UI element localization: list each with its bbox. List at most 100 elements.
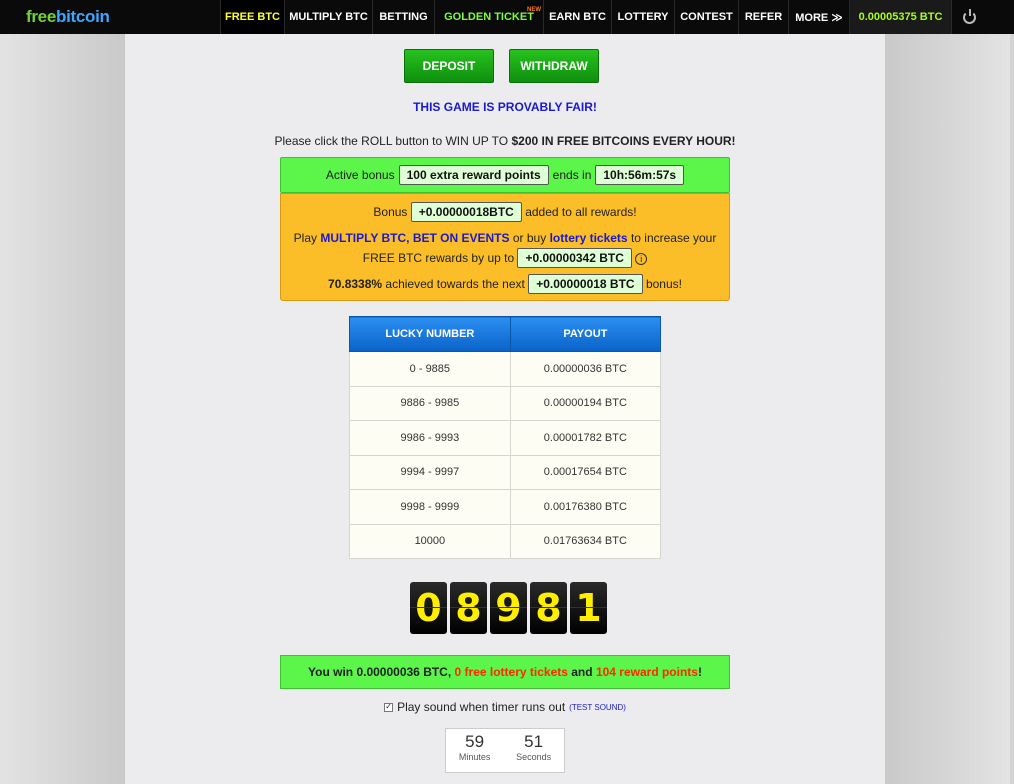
ends-in-label: ends in [552, 168, 592, 182]
balance-value: 0.00005375 BTC [858, 11, 943, 23]
power-icon [963, 8, 976, 24]
payout-value: 0.00001782 BTC [509, 420, 662, 456]
roll-digit: 8 [450, 582, 487, 634]
table-row: 9986 - 9993 0.00001782 BTC [349, 420, 662, 456]
bet-on-events-link[interactable]: BET ON EVENTS [413, 231, 510, 245]
table-row: 0 - 9885 0.00000036 BTC [349, 351, 662, 387]
roll-result-digits: 0 8 9 8 1 [410, 582, 607, 634]
increase-label: to increase your [630, 231, 717, 245]
bonus-pre: Bonus [373, 205, 408, 219]
payout-table: LUCKY NUMBER PAYOUT 0 - 9885 0.00000036 B… [349, 316, 662, 559]
nav-label: FREE BTC [225, 11, 280, 23]
win-and: and [567, 665, 596, 679]
test-sound-link[interactable]: (TEST SOUND) [569, 703, 626, 712]
payout-value: 0.00017654 BTC [509, 454, 662, 490]
nav-item-multiply-btc[interactable]: MULTIPLY BTC [284, 0, 372, 34]
page-side-right [885, 34, 1010, 784]
table-header-row: LUCKY NUMBER PAYOUT [349, 316, 662, 352]
intro-bold: $200 IN FREE BITCOINS EVERY HOUR! [511, 134, 736, 148]
bonus-suffix: bonus! [645, 277, 682, 291]
balance-display: 0.00005375 BTC [849, 0, 951, 34]
timer-seconds: 51 Seconds [516, 732, 551, 772]
lottery-tickets-link[interactable]: lottery tickets [550, 231, 628, 245]
lucky-range: 10000 [349, 523, 511, 559]
multiply-btc-link[interactable]: MULTIPLY BTC [320, 231, 406, 245]
nav-label: CONTEST [680, 11, 733, 23]
sound-option: ✓ Play sound when timer runs out (TEST S… [125, 700, 885, 714]
active-bonus-bar: Active bonus 100 extra reward points end… [280, 157, 730, 193]
seconds-label: Seconds [516, 752, 552, 762]
nav-menu: FREE BTC MULTIPLY BTC BETTING GOLDEN TIC… [220, 0, 987, 34]
table-row: 9994 - 9997 0.00017654 BTC [349, 454, 662, 490]
lottery-tickets-won: 0 free lottery tickets [454, 665, 568, 679]
nav-item-golden-ticket[interactable]: GOLDEN TICKET NEW [434, 0, 543, 34]
nav-label: EARN BTC [549, 11, 606, 23]
nav-item-lottery[interactable]: LOTTERY [611, 0, 674, 34]
countdown-timer: 59 Minutes 51 Seconds [445, 728, 565, 773]
freebitcoin-logo[interactable]: free bitcoin [0, 0, 220, 34]
timer-minutes: 59 Minutes [459, 732, 491, 772]
nav-label: MORE ≫ [795, 11, 843, 24]
lucky-range: 9986 - 9993 [349, 420, 511, 456]
roll-digit: 9 [490, 582, 527, 634]
table-row: 9886 - 9985 0.00000194 BTC [349, 385, 662, 421]
roll-digit: 1 [570, 582, 607, 634]
logout-button[interactable] [951, 0, 987, 34]
nav-label: MULTIPLY BTC [289, 11, 368, 23]
lucky-range: 0 - 9885 [349, 351, 511, 387]
roll-digit: 8 [530, 582, 567, 634]
lucky-range: 9998 - 9999 [349, 489, 511, 525]
free-btc-panel: DEPOSIT WITHDRAW THIS GAME IS PROVABLY F… [125, 34, 885, 784]
top-navbar: free bitcoin FREE BTC MULTIPLY BTC BETTIN… [0, 0, 1014, 34]
intro-text: Please click the ROLL button to WIN UP T… [125, 134, 885, 148]
play-sound-label: Play sound when timer runs out [397, 700, 566, 714]
reward-points-won: 104 reward points [595, 665, 698, 679]
withdraw-button[interactable]: WITHDRAW [509, 49, 599, 83]
intro-pre: Please click the ROLL button to WIN UP T… [274, 134, 512, 148]
bonus-value: +0.00000018BTC [410, 202, 522, 222]
nav-item-contest[interactable]: CONTEST [674, 0, 738, 34]
provably-fair-link[interactable]: THIS GAME IS PROVABLY FAIR! [125, 100, 885, 114]
deposit-button[interactable]: DEPOSIT [404, 49, 494, 83]
nav-label: LOTTERY [617, 11, 669, 23]
max-reward-value: +0.00000342 BTC [517, 248, 632, 268]
nav-item-refer[interactable]: REFER [738, 0, 788, 34]
payout-value: 0.00000036 BTC [509, 351, 662, 387]
progress-label: achieved towards the next [385, 277, 525, 291]
bonus-line-3: FREE BTC rewards by up to +0.00000342 BT… [281, 248, 729, 268]
free-btc-rewards-label: FREE BTC rewards by up to [362, 251, 515, 265]
lucky-range: 9994 - 9997 [349, 454, 511, 490]
payout-value: 0.01763634 BTC [509, 523, 662, 559]
bonus-line-1: Bonus +0.00000018BTC added to all reward… [281, 202, 729, 222]
nav-item-earn-btc[interactable]: EARN BTC [543, 0, 611, 34]
win-message: You win 0.00000036 BTC, 0 free lottery t… [280, 655, 730, 689]
nav-label: REFER [744, 11, 783, 23]
page-side-left [0, 34, 125, 784]
nav-label: BETTING [379, 11, 428, 23]
bonus-post: added to all rewards! [525, 205, 637, 219]
progress-percent: 70.8338% [328, 277, 383, 291]
play-label: Play [293, 231, 318, 245]
payout-value: 0.00176380 BTC [509, 489, 662, 525]
nav-label: GOLDEN TICKET [444, 11, 534, 23]
info-icon[interactable]: i [635, 252, 648, 265]
active-bonus-label: Active bonus [325, 168, 395, 182]
nav-item-betting[interactable]: BETTING [372, 0, 434, 34]
lucky-range: 9886 - 9985 [349, 385, 511, 421]
logo-bitcoin-text: bitcoin [56, 7, 110, 26]
bonus-line-4: 70.8338% achieved towards the next +0.00… [281, 274, 729, 294]
next-bonus-value: +0.00000018 BTC [528, 274, 643, 294]
logo-free-text: free [26, 7, 56, 26]
play-sound-checkbox[interactable]: ✓ [384, 702, 394, 712]
new-badge: NEW [527, 7, 541, 13]
minutes-value: 59 [465, 732, 485, 751]
nav-item-free-btc[interactable]: FREE BTC [220, 0, 284, 34]
active-bonus-value: 100 extra reward points [398, 165, 549, 185]
nav-item-more[interactable]: MORE ≫ [788, 0, 849, 34]
win-amount: You win 0.00000036 BTC, [308, 665, 455, 679]
bonus-countdown: 10h:56m:57s [595, 165, 685, 185]
or-buy-label: or buy [512, 231, 547, 245]
comma: , [406, 231, 410, 245]
seconds-value: 51 [524, 732, 544, 751]
bonus-info-box: Bonus +0.00000018BTC added to all reward… [280, 193, 730, 301]
